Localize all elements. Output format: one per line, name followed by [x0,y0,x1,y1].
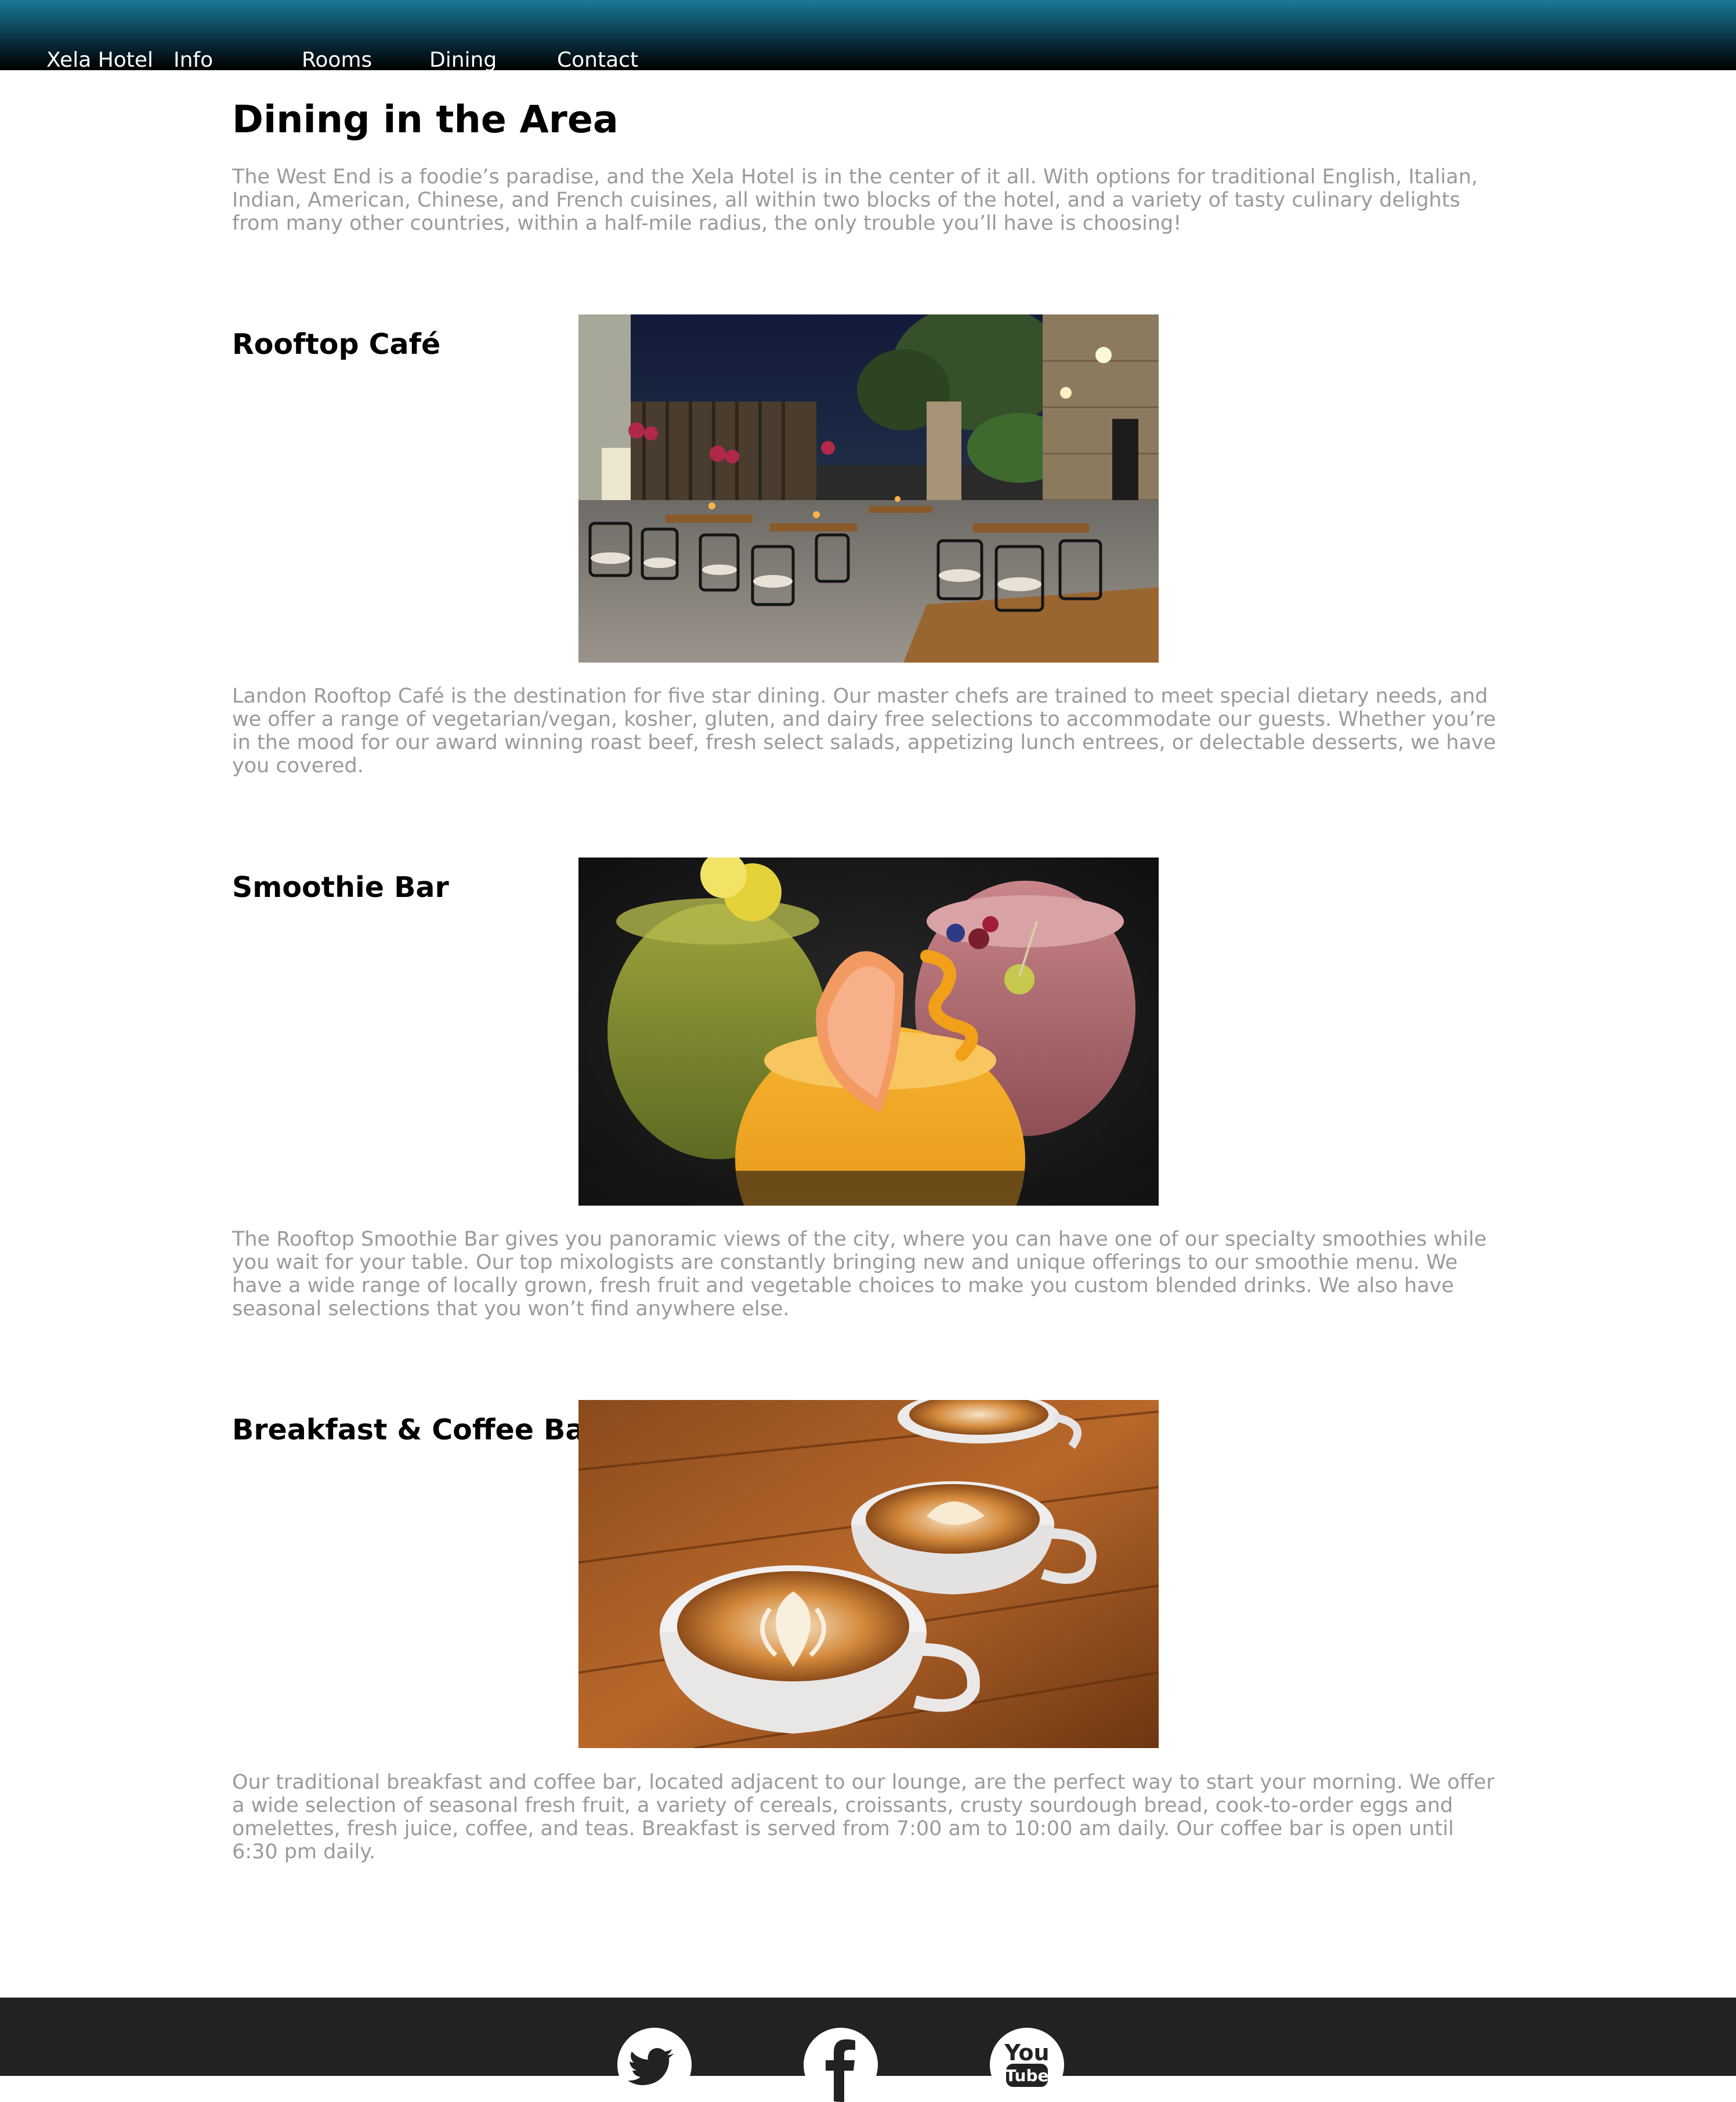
nav-item-rooms[interactable]: Rooms [302,49,372,72]
twitter-icon[interactable] [617,2028,692,2102]
intro-paragraph: The West End is a foodie’s paradise, and… [232,165,1478,235]
nav-item-dining[interactable]: Dining [429,49,497,72]
youtube-label: You [1004,2040,1049,2065]
section-title-rooftop-cafe: Rooftop Café [232,328,441,361]
facebook-icon[interactable] [804,2028,878,2102]
footer: You Tube [0,1998,1736,2102]
smoothie-bar-photo [578,858,1159,1206]
section-title-smoothie-bar: Smoothie Bar [232,871,449,904]
rooftop-cafe-photo [578,314,1159,663]
top-navbar: Xela Hotel Info Rooms Dining Contact [0,0,1736,72]
coffee-bar-paragraph: Our traditional breakfast and coffee bar… [232,1771,1495,1864]
rooftop-cafe-paragraph: Landon Rooftop Café is the destination f… [232,685,1496,777]
section-title-breakfast-coffee-bar: Breakfast & Coffee Bar [232,1413,599,1446]
coffee-bar-photo [578,1400,1159,1748]
brand-link[interactable]: Xela Hotel [46,49,153,72]
page-title: Dining in the Area [232,98,619,142]
nav-item-contact[interactable]: Contact [557,49,638,72]
smoothie-bar-paragraph: The Rooftop Smoothie Bar gives you panor… [232,1228,1487,1320]
youtube-icon[interactable]: You Tube [990,2028,1064,2102]
nav-item-info[interactable]: Info [173,49,213,72]
